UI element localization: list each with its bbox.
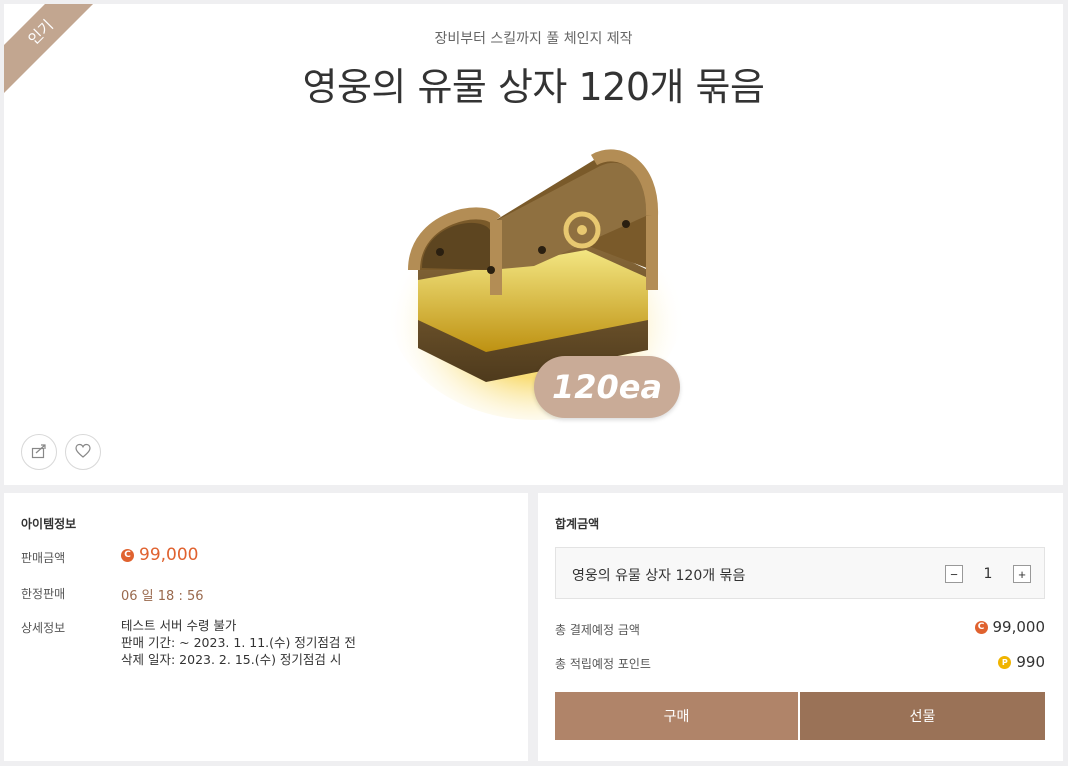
price-value-row: C 99,000 — [121, 545, 198, 565]
detail-label: 상세정보 — [21, 621, 66, 635]
detail-text: 테스트 서버 수령 불가 판매 기간: ~ 2023. 1. 11.(수) 정기… — [121, 617, 356, 668]
detail-line: 테스트 서버 수령 불가 — [121, 618, 237, 633]
share-button[interactable] — [21, 434, 57, 470]
points-label: 총 적립예정 포인트 — [555, 657, 651, 671]
summary-title: 합계금액 — [555, 517, 600, 531]
price-label: 판매금액 — [21, 551, 66, 565]
buy-button[interactable]: 구매 — [555, 692, 798, 740]
points-value: 990 — [1016, 653, 1045, 671]
heart-icon — [74, 442, 92, 463]
product-subtitle: 장비부터 스킬까지 풀 체인지 제작 — [434, 31, 633, 47]
item-info-panel: 아이템정보 판매금액 C 99,000 한정판매 06 일 18 : 56 상세… — [4, 493, 528, 761]
cash-coin-icon: C — [121, 548, 134, 562]
quantity-badge: 120ea — [534, 356, 680, 418]
selected-item: 영웅의 유물 상자 120개 묶음 − 1 + — [555, 547, 1045, 599]
total-price-label: 총 결제예정 금액 — [555, 623, 640, 637]
limited-label: 한정판매 — [21, 587, 66, 601]
order-summary-panel: 합계금액 영웅의 유물 상자 120개 묶음 − 1 + 총 결제예정 금액 C… — [538, 493, 1063, 761]
increase-button[interactable]: + — [1013, 565, 1031, 583]
selected-item-name: 영웅의 유물 상자 120개 묶음 — [572, 568, 746, 584]
share-icon — [30, 442, 48, 463]
price-value: 99,000 — [139, 545, 199, 565]
total-price-row: C 99,000 — [974, 618, 1046, 636]
decrease-button[interactable]: − — [945, 565, 963, 583]
limited-countdown: 06 일 18 : 56 — [121, 589, 204, 604]
detail-line: 삭제 일자: 2023. 2. 15.(수) 정기점검 시 — [121, 652, 342, 667]
like-button[interactable] — [65, 434, 101, 470]
cash-coin-icon: C — [974, 620, 988, 634]
gift-button[interactable]: 선물 — [800, 692, 1045, 740]
point-coin-icon: P — [998, 655, 1012, 669]
product-title: 영웅의 유물 상자 120개 묶음 — [302, 65, 765, 109]
quantity-stepper: − 1 + — [945, 565, 1031, 583]
product-card: 인기 장비부터 스킬까지 풀 체인지 제작 영웅의 유물 상자 120개 묶음 — [4, 4, 1063, 485]
detail-line: 판매 기간: ~ 2023. 1. 11.(수) 정기점검 전 — [121, 635, 356, 650]
total-price-value: 99,000 — [992, 618, 1046, 636]
item-info-title: 아이템정보 — [21, 517, 77, 531]
points-row: P 990 — [998, 653, 1045, 671]
quantity-value: 1 — [983, 566, 993, 582]
